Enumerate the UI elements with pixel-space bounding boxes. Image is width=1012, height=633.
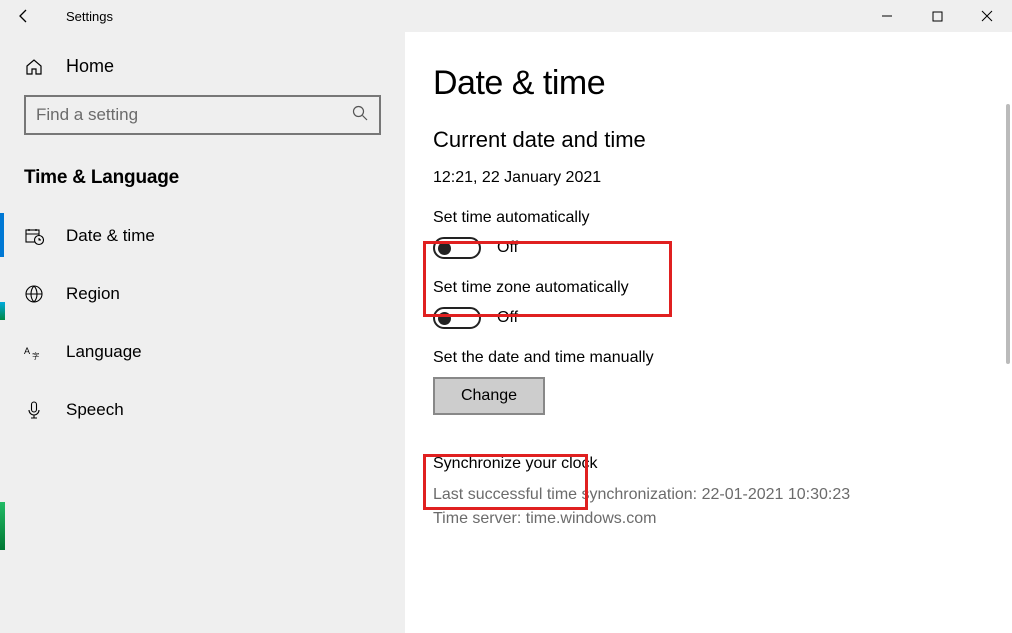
nav-label: Language	[66, 342, 142, 362]
microphone-icon	[24, 400, 44, 420]
maximize-button[interactable]	[912, 0, 962, 32]
manual-label: Set the date and time manually	[433, 349, 1012, 367]
nav-region[interactable]: Region	[0, 265, 405, 323]
toggle-knob	[438, 312, 451, 325]
current-datetime-value: 12:21, 22 January 2021	[433, 169, 1012, 187]
nav-home[interactable]: Home	[0, 32, 405, 95]
minimize-button[interactable]	[862, 0, 912, 32]
globe-icon	[24, 284, 44, 304]
home-icon	[24, 57, 44, 77]
toggle-knob	[438, 242, 451, 255]
nav-label: Date & time	[66, 226, 155, 246]
decorative-stripe	[0, 502, 5, 550]
nav-date-time[interactable]: Date & time	[0, 207, 405, 265]
change-button[interactable]: Change	[433, 377, 545, 415]
section-current: Current date and time	[433, 127, 1012, 153]
toggle-set-time-auto[interactable]	[433, 237, 481, 259]
search-placeholder: Find a setting	[36, 105, 351, 125]
set-tz-auto-toggle-row: Off	[433, 307, 1012, 329]
main-panel: Date & time Current date and time 12:21,…	[405, 32, 1012, 633]
set-time-auto-toggle-row: Off	[433, 237, 1012, 259]
set-tz-auto-label: Set time zone automatically	[433, 279, 1012, 297]
toggle-set-tz-auto[interactable]	[433, 307, 481, 329]
window-controls	[862, 0, 1012, 32]
change-button-label: Change	[461, 387, 517, 405]
sync-server: Time server: time.windows.com	[433, 507, 1012, 531]
nav-label: Region	[66, 284, 120, 304]
sync-last: Last successful time synchronization: 22…	[433, 483, 1012, 507]
category-title: Time & Language	[0, 153, 405, 207]
titlebar: Settings	[0, 0, 1012, 32]
scrollbar[interactable]	[1006, 104, 1010, 364]
nav-speech[interactable]: Speech	[0, 381, 405, 439]
back-button[interactable]	[16, 8, 48, 24]
content-area: Home Find a setting Time & Language Date…	[0, 32, 1012, 633]
home-label: Home	[66, 56, 114, 77]
close-button[interactable]	[962, 0, 1012, 32]
page-title: Date & time	[433, 64, 1012, 103]
toggle-state: Off	[497, 239, 518, 257]
nav-label: Speech	[66, 400, 124, 420]
search-input[interactable]: Find a setting	[24, 95, 381, 135]
sync-heading: Synchronize your clock	[433, 455, 1012, 473]
toggle-state: Off	[497, 309, 518, 327]
search-wrap: Find a setting	[24, 95, 381, 135]
sidebar: Home Find a setting Time & Language Date…	[0, 32, 405, 633]
svg-text:A: A	[24, 346, 31, 356]
nav-language[interactable]: A字 Language	[0, 323, 405, 381]
window-title: Settings	[66, 9, 113, 24]
svg-text:字: 字	[32, 351, 39, 360]
search-icon	[351, 104, 369, 127]
language-icon: A字	[24, 342, 44, 362]
set-time-auto-label: Set time automatically	[433, 209, 1012, 227]
calendar-clock-icon	[24, 226, 44, 246]
